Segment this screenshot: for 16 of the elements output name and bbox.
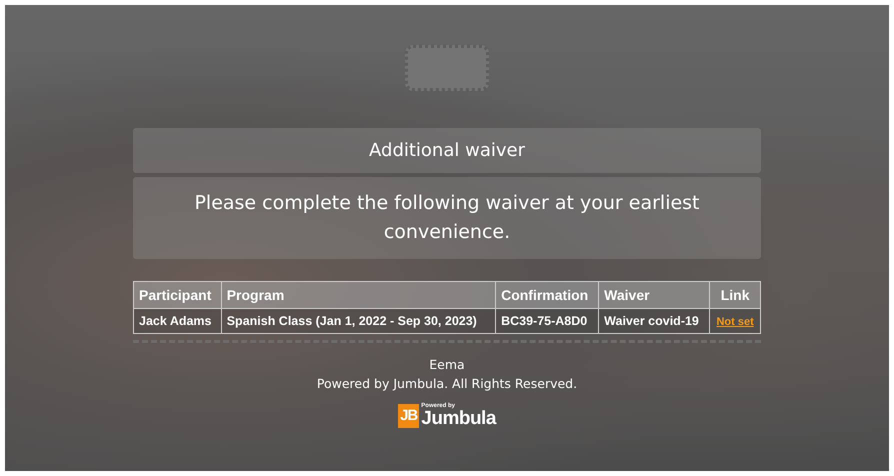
table-cell: Jack Adams bbox=[134, 308, 222, 334]
page-title: Additional waiver bbox=[369, 140, 525, 161]
column-header: Confirmation bbox=[496, 282, 599, 308]
copyright-text: Powered by Jumbula. All Rights Reserved. bbox=[316, 376, 578, 391]
message-text: Please complete the following waiver at your earliest convenience. bbox=[194, 192, 700, 243]
table-cell: BC39-75-A8D0 bbox=[496, 308, 599, 334]
column-header: Participant bbox=[134, 282, 222, 308]
table-cell: Waiver covid-19 bbox=[598, 308, 710, 334]
table-cell: Spanish Class (Jan 1, 2022 - Sep 30, 2023) bbox=[221, 308, 496, 334]
column-header: Program bbox=[221, 282, 496, 308]
logo-placeholder-icon bbox=[405, 45, 489, 91]
logo-name: Jumbula bbox=[421, 409, 496, 428]
organization-name: Eema bbox=[429, 357, 465, 372]
column-header: Link bbox=[710, 282, 760, 308]
logo-mark: JB bbox=[398, 404, 420, 428]
column-header: Waiver bbox=[598, 282, 710, 308]
